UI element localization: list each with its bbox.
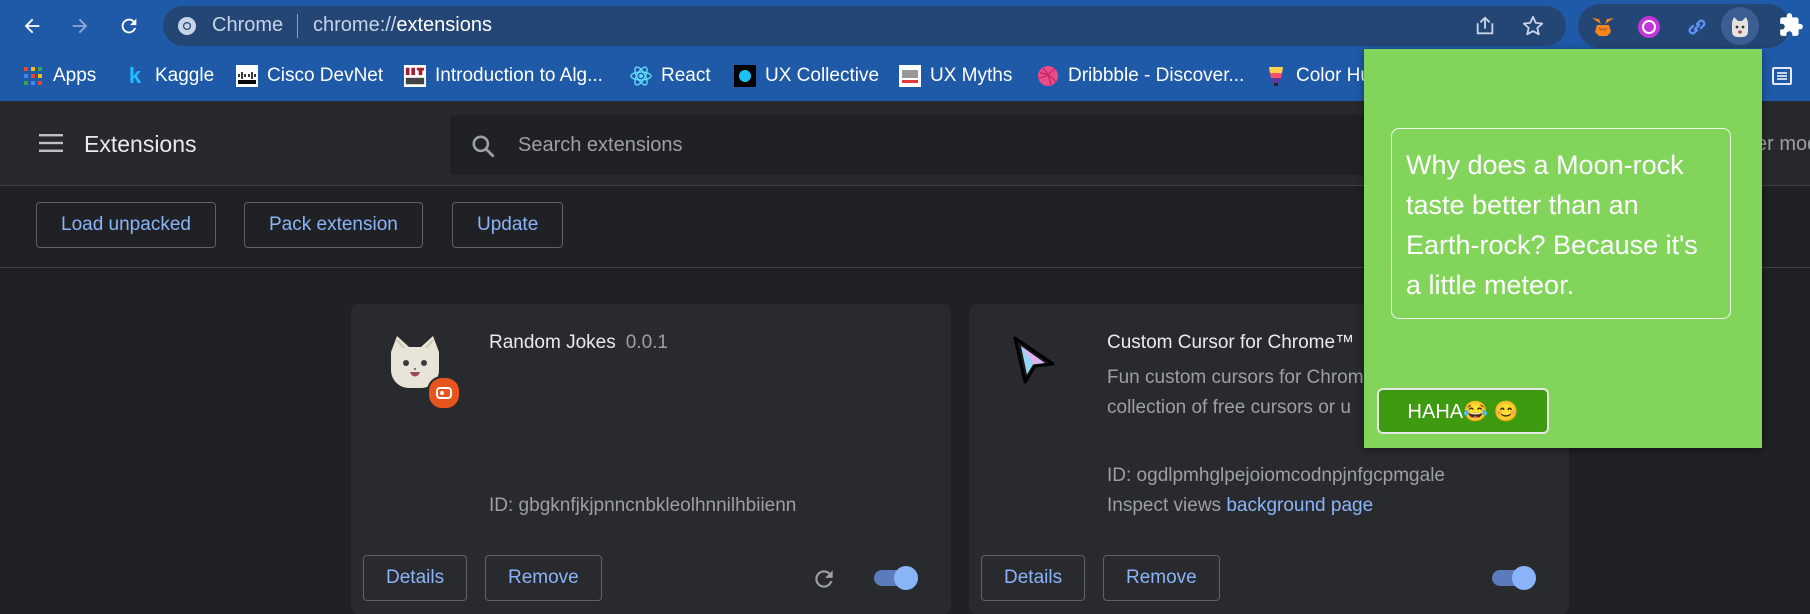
share-icon[interactable] (1474, 15, 1496, 37)
description-line-1: Fun custom cursors for Chrom (1107, 367, 1364, 388)
bookmark-label: Dribbble - Discover... (1068, 65, 1245, 86)
color-hunt-icon (1265, 65, 1287, 87)
cat-extension-icon[interactable] (1727, 14, 1753, 40)
extension-name: Custom Cursor for Chrome™ (1107, 332, 1355, 353)
update-button[interactable]: Update (452, 202, 564, 248)
remove-button[interactable]: Remove (1103, 555, 1220, 601)
cursor-arrow-icon (1013, 336, 1055, 384)
search-input[interactable] (518, 115, 1338, 175)
omnibox-url: chrome://extensions (313, 14, 492, 37)
extension-badge (427, 376, 461, 410)
random-jokes-popup: Why does a Moon-rock taste better than a… (1364, 49, 1762, 448)
back-arrow-icon (24, 18, 40, 34)
extension-description: Fun custom cursors for Chrom collection … (1107, 363, 1407, 423)
mit-ocw-icon (404, 65, 426, 87)
url-scheme: chrome:// (313, 14, 397, 36)
chrome-logo-icon (178, 17, 196, 35)
cisco-icon (236, 65, 258, 87)
ux-myths-icon (899, 65, 921, 87)
inspect-views-label: Inspect views (1107, 495, 1222, 516)
omnibox-site-label: Chrome (212, 14, 284, 36)
extensions-puzzle-icon[interactable] (1778, 12, 1804, 38)
background-page-link[interactable]: background page (1226, 495, 1373, 516)
omnibox-separator (297, 14, 298, 38)
link-icon[interactable] (1684, 14, 1710, 40)
joke-text: Why does a Moon-rock taste better than a… (1406, 150, 1698, 300)
details-button[interactable]: Details (981, 555, 1086, 601)
bookmark-label: Kaggle (155, 65, 215, 86)
purple-brain-icon[interactable] (1636, 14, 1662, 40)
reload-icon (121, 18, 137, 34)
extension-name: Random Jokes (489, 332, 616, 353)
bookmark-kaggle[interactable]: k Kaggle (124, 63, 214, 89)
bookmark-intro-algorithms[interactable]: Introduction to Alg... (404, 63, 603, 89)
bookmark-label: UX Collective (765, 65, 880, 86)
bookmark-label: UX Myths (930, 65, 1013, 86)
reload-extension-icon[interactable] (811, 566, 837, 592)
details-button[interactable]: Details (363, 555, 468, 601)
inspect-views-row: Inspect views background page (1107, 495, 1373, 517)
back-button[interactable] (16, 10, 48, 42)
search-box[interactable] (450, 115, 1380, 175)
extension-id: ID: gbgknfjkjpnncnbkleolhnnilhbiienn (489, 495, 797, 516)
dribbble-icon (1037, 65, 1059, 87)
bookmark-label: Cisco DevNet (267, 65, 384, 86)
enable-toggle[interactable] (874, 564, 920, 592)
bookmark-dribbble[interactable]: Dribbble - Discover... (1037, 63, 1244, 89)
toggle-knob (1512, 566, 1536, 590)
bookmark-label: Color Hu (1296, 65, 1371, 86)
react-icon (630, 65, 652, 87)
extension-version: 0.0.1 (625, 332, 668, 353)
enable-toggle[interactable] (1492, 564, 1538, 592)
joke-box: Why does a Moon-rock taste better than a… (1391, 128, 1731, 319)
metamask-fox-icon[interactable] (1590, 14, 1616, 40)
description-line-2: collection of free cursors or u (1107, 397, 1351, 418)
reading-list-icon[interactable] (1771, 65, 1793, 87)
browser-toolbar: Chrome chrome://extensions (0, 0, 1810, 51)
search-icon (472, 135, 495, 158)
bookmark-cisco-devnet[interactable]: Cisco DevNet (236, 63, 383, 89)
pack-extension-button[interactable]: Pack extension (244, 202, 423, 248)
kaggle-icon: k (128, 63, 142, 88)
url-path: extensions (396, 14, 492, 36)
haha-button[interactable]: HAHA😂 😊 (1377, 388, 1549, 434)
forward-arrow-icon (72, 18, 88, 34)
ux-collective-icon (734, 65, 756, 87)
hamburger-menu-icon[interactable] (38, 131, 64, 155)
bookmark-label: Introduction to Alg... (435, 65, 603, 86)
developer-mode-label: er mod (1756, 133, 1810, 155)
bookmark-react[interactable]: React (630, 63, 711, 89)
bookmark-ux-collective[interactable]: UX Collective (734, 63, 879, 89)
bookmark-label: React (661, 65, 711, 86)
page-title: Extensions (84, 131, 197, 157)
bookmark-star-icon[interactable] (1522, 15, 1544, 37)
load-unpacked-button[interactable]: Load unpacked (36, 202, 216, 248)
extension-card-random-jokes: Random Jokes 0.0.1 ID: gbgknfjkjpnncnbkle… (351, 304, 951, 614)
apps-grid-icon (22, 65, 44, 87)
bookmark-color-hunt[interactable]: Color Hu (1265, 63, 1371, 89)
extensions-tray (1578, 4, 1790, 48)
extension-title: Random Jokes 0.0.1 (489, 332, 668, 354)
extension-id: ID: ogdlpmhglpejoiomcodnpjnfgcpmgale (1107, 465, 1445, 486)
bookmark-apps[interactable]: Apps (22, 63, 96, 89)
remove-button[interactable]: Remove (485, 555, 602, 601)
address-bar[interactable]: Chrome chrome://extensions (163, 6, 1566, 46)
record-badge-icon (436, 387, 452, 399)
forward-button[interactable] (64, 10, 96, 42)
random-jokes-logo (387, 334, 461, 414)
bookmark-ux-myths[interactable]: UX Myths (899, 63, 1012, 89)
custom-cursor-logo (1011, 334, 1061, 394)
toggle-knob (894, 566, 918, 590)
reload-button[interactable] (113, 10, 145, 42)
bookmark-label: Apps (53, 65, 97, 86)
